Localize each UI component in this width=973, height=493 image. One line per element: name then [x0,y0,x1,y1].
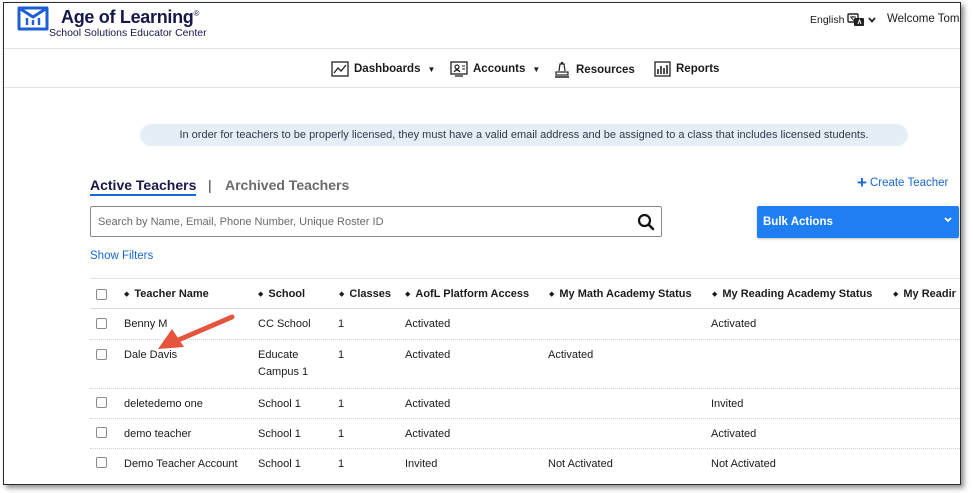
class-count: 1 [338,318,345,330]
language-label: English [810,14,845,26]
row-checkbox[interactable] [96,427,107,438]
create-teacher-button[interactable]: + Create Teacher [857,173,949,192]
row-checkbox[interactable] [96,397,107,408]
school-name: Educate Campus 1 [258,347,308,381]
reading-status: Activated [711,428,757,440]
table-row[interactable]: deletedemo one School 1 1 Activated Invi… [90,389,960,419]
school-name-line-2: Campus 1 [258,366,309,378]
class-count: 1 [338,398,345,410]
search-icon[interactable] [637,213,655,231]
platform-access: Invited [405,458,438,470]
school-name: School 1 [258,398,301,410]
class-count: 1 [338,458,345,470]
sort-icon: ◆ [339,291,345,298]
chevron-down-icon: ▼ [532,64,541,74]
reading-status: Activated [711,318,757,330]
accounts-icon [450,61,468,77]
nav-accounts[interactable]: Accounts ▼ [450,61,540,77]
main-nav: Dashboards ▼ Accounts ▼ Resources Report… [4,50,960,88]
plus-icon: + [857,173,867,192]
tab-active-teachers[interactable]: Active Teachers [90,177,197,196]
nav-resources-label: Resources [576,63,635,76]
platform-access: Activated [405,318,451,330]
nav-accounts-label: Accounts [473,63,526,75]
search-box [90,206,662,237]
reading-status: Invited [711,398,744,410]
welcome-user[interactable]: Welcome Tom [887,13,959,25]
table-header: ◆ Teacher Name ◆ School ◆ Classes ◆ AofL Pla… [90,278,960,309]
column-header-school[interactable]: ◆ School [258,288,305,300]
licensing-info-banner: In order for teachers to be properly lic… [140,124,908,146]
row-checkbox[interactable] [96,318,107,329]
bulk-actions-dropdown[interactable]: Bulk Actions [757,206,959,238]
chevron-down-icon: ▼ [427,64,436,74]
nav-reports[interactable]: Reports [654,61,719,77]
teacher-name[interactable]: Demo Teacher Account [124,456,238,473]
class-count: 1 [338,349,345,361]
table-row[interactable]: Demo Teacher Account School 1 1 Invited … [90,449,960,479]
tab-separator: | [208,177,212,193]
class-count: 1 [338,428,345,440]
sort-icon: ◆ [549,291,555,298]
select-all-checkbox[interactable] [96,289,107,300]
reports-icon [654,61,671,77]
column-header-platform-access[interactable]: ◆ AofL Platform Access [405,288,529,300]
nav-reports-label: Reports [676,63,720,75]
teacher-name[interactable]: deletedemo one [124,396,203,413]
reading-status: Not Activated [711,458,776,470]
brand-title: Age of Learning® [61,7,200,27]
row-checkbox[interactable] [96,349,107,360]
school-name: School 1 [258,458,301,470]
bulk-actions-label: Bulk Actions [763,216,833,228]
nav-dashboards[interactable]: Dashboards ▼ [331,61,435,77]
sort-icon: ◆ [405,291,411,298]
math-status: Not Activated [548,458,613,470]
school-name: School 1 [258,428,301,440]
chevron-down-icon [868,17,877,23]
language-selector[interactable]: English [810,13,877,27]
teacher-name[interactable]: demo teacher [124,426,191,443]
sort-icon: ◆ [258,291,264,298]
platform-access: Activated [405,349,451,361]
logo-icon [17,6,49,31]
column-header-reading-extra[interactable]: ◆ My Readir [893,288,956,300]
show-filters-link[interactable]: Show Filters [90,250,153,262]
math-status: Activated [548,349,594,361]
dashboard-chart-icon [331,61,349,77]
sort-icon: ◆ [124,291,130,298]
brand-subtitle: School Solutions Educator Center [49,27,207,39]
app-window: Age of Learning® School Solutions Educat… [3,2,961,485]
column-header-classes[interactable]: ◆ Classes [339,288,391,300]
column-header-teacher-name[interactable]: ◆ Teacher Name [124,288,209,300]
search-input[interactable] [91,207,621,236]
sort-icon: ◆ [712,291,718,298]
column-header-reading-status[interactable]: ◆ My Reading Academy Status [712,288,872,300]
chevron-down-icon [944,217,952,223]
translate-icon [847,13,865,26]
table-row[interactable]: demo teacher School 1 1 Activated Activa… [90,419,960,449]
sort-icon: ◆ [893,291,899,298]
tab-archived-teachers[interactable]: Archived Teachers [225,177,349,193]
resources-icon [555,61,569,78]
annotation-arrow-icon [158,314,235,349]
school-name-line-1: Educate [258,349,299,361]
row-checkbox[interactable] [96,457,107,468]
top-header: Age of Learning® School Solutions Educat… [4,3,960,49]
column-header-math-status[interactable]: ◆ My Math Academy Status [549,288,692,300]
nav-dashboards-label: Dashboards [354,63,421,75]
create-teacher-label: Create Teacher [869,177,949,189]
platform-access: Activated [405,428,451,440]
school-name: CC School [258,318,311,330]
platform-access: Activated [405,398,451,410]
nav-resources[interactable]: Resources [553,61,635,78]
